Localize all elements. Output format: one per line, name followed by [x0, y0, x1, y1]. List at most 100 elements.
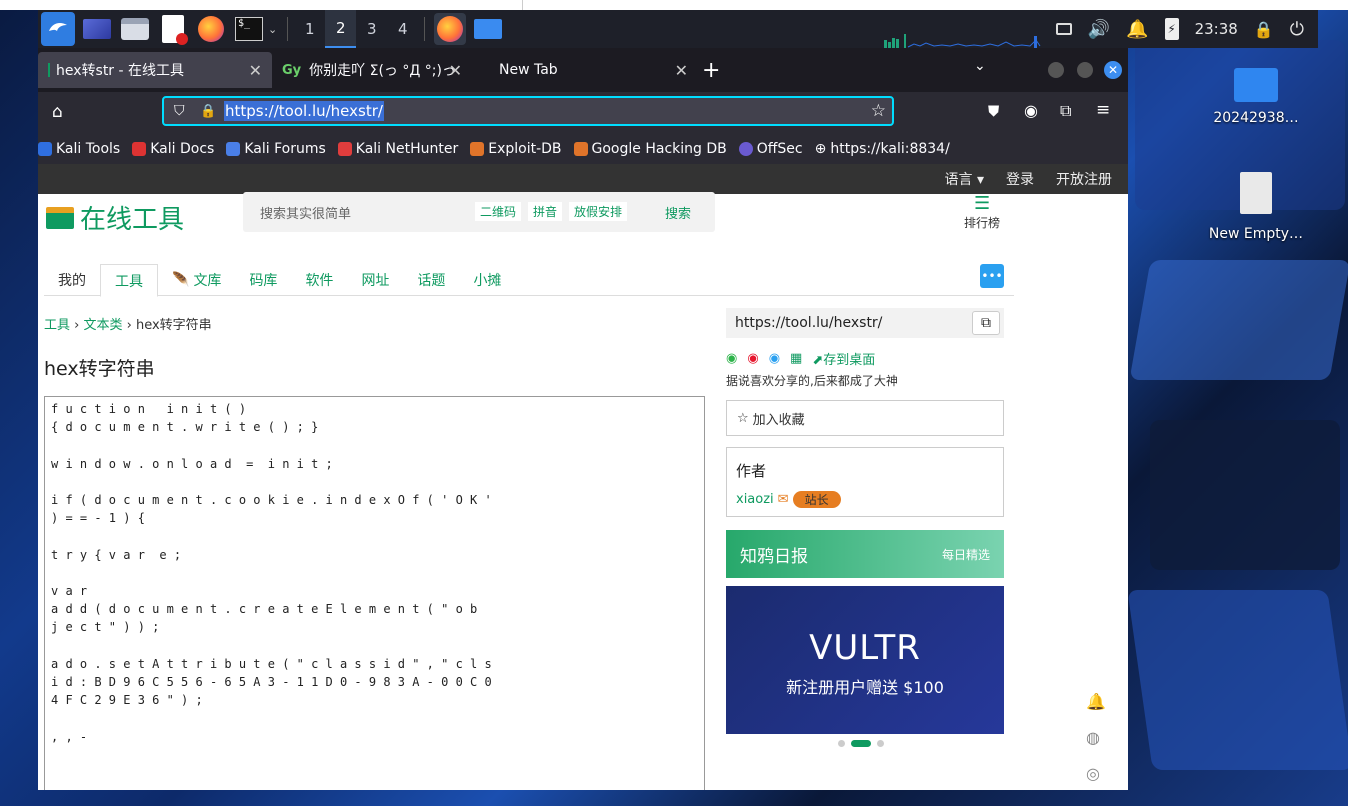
bookmark-exploit-db[interactable]: Exploit-DB: [470, 141, 562, 157]
menu-urls[interactable]: 网址: [347, 264, 403, 296]
menu-stall[interactable]: 小摊: [459, 264, 515, 296]
system-tray: 🔊 🔔 ⚡ 23:38 🔒 ⏻: [1055, 10, 1318, 48]
daily-banner[interactable]: 知鸦日报 每日精选: [726, 530, 1004, 578]
tab-list-chevron-icon[interactable]: ⌄: [974, 58, 986, 74]
mail-icon[interactable]: ✉: [778, 492, 789, 507]
bookmark-offsec[interactable]: OffSec: [738, 141, 803, 157]
minimize-button[interactable]: [1048, 62, 1064, 78]
folder-window-icon[interactable]: [472, 13, 504, 45]
home-icon[interactable]: ⌂: [52, 102, 63, 122]
close-tab-icon[interactable]: ✕: [449, 61, 462, 80]
notification-bell-icon[interactable]: 🔔: [1126, 19, 1148, 40]
firefox-icon[interactable]: [195, 13, 227, 45]
qq-float-icon[interactable]: 🔔: [1086, 692, 1106, 711]
file-icon: [1240, 172, 1272, 214]
carousel-dot[interactable]: [877, 740, 884, 747]
account-icon[interactable]: ◉: [1024, 101, 1038, 120]
workspace-4[interactable]: 4: [387, 10, 418, 48]
firefox-window-icon[interactable]: [434, 13, 467, 45]
url-bar[interactable]: ⛉ 🔒 https://tool.lu/hexstr/ ☆: [162, 96, 894, 126]
weibo-icon[interactable]: ◉: [747, 351, 758, 366]
menu-icon[interactable]: ≡: [1096, 100, 1110, 120]
lock-icon[interactable]: 🔒: [200, 104, 216, 119]
author-name[interactable]: xiaozi: [736, 492, 774, 507]
workspace-1[interactable]: 1: [294, 10, 325, 48]
qrcode-icon[interactable]: ▦: [790, 351, 802, 366]
save-desktop-link[interactable]: ⬈存到桌面: [812, 349, 875, 368]
copy-icon[interactable]: ⧉: [972, 311, 1000, 335]
language-menu[interactable]: 语言 ▾: [945, 169, 984, 189]
weibo-float-icon[interactable]: ◎: [1086, 764, 1100, 783]
desktop-file[interactable]: New Empty…: [1206, 172, 1306, 242]
text-editor-icon[interactable]: [157, 13, 189, 45]
desktop-icon[interactable]: [81, 13, 113, 45]
breadcrumb-text[interactable]: 文本类: [83, 318, 122, 333]
login-link[interactable]: 登录: [1006, 169, 1034, 189]
language-label: 语言: [944, 172, 973, 188]
site-logo[interactable]: 在线工具: [46, 199, 184, 236]
carousel-dot-active[interactable]: [851, 740, 871, 747]
new-tab-button[interactable]: +: [702, 58, 720, 83]
workspace-3[interactable]: 3: [356, 10, 387, 48]
menu-mine[interactable]: 我的: [44, 264, 100, 296]
display-icon[interactable]: [1055, 23, 1072, 35]
file-manager-icon[interactable]: [119, 13, 151, 45]
bookmark-kali-docs[interactable]: Kali Docs: [132, 141, 214, 157]
desktop-folder[interactable]: 20242938…: [1208, 68, 1304, 126]
favorite-button[interactable]: ☆ 加入收藏: [726, 400, 1004, 436]
workspace-2[interactable]: 2: [325, 10, 357, 48]
bookmark-kali-nethunter[interactable]: Kali NetHunter: [337, 141, 459, 157]
bookmark-google-hacking-db[interactable]: Google Hacking DB: [573, 141, 727, 157]
tab-second[interactable]: Gy 你别走吖 Σ(っ °Д °;)っ ✕: [272, 52, 472, 88]
output-textarea[interactable]: f u c t i o n i n i t ( ) { d o c u m e n…: [44, 396, 705, 790]
logout-icon[interactable]: ⏻: [1290, 19, 1304, 40]
extensions-icon[interactable]: ⧉: [1060, 101, 1071, 121]
menu-topics[interactable]: 话题: [403, 264, 459, 296]
bookmark-kali-forums[interactable]: Kali Forums: [226, 141, 326, 157]
menu-software[interactable]: 软件: [291, 264, 347, 296]
code-line: j e c t " ) ) ;: [51, 620, 160, 635]
favorite-label: 加入收藏: [752, 412, 805, 428]
chevron-down-icon[interactable]: ⌄: [268, 23, 277, 36]
menu-library[interactable]: 🪶 文库: [158, 264, 235, 296]
search-chip-pinyin[interactable]: 拼音: [528, 202, 563, 221]
search-button[interactable]: 搜索: [665, 203, 691, 222]
volume-icon[interactable]: 🔊: [1088, 19, 1110, 40]
maximize-button[interactable]: [1077, 62, 1093, 78]
bookmark-kali-8834[interactable]: ⊕ https://kali:8834/: [815, 141, 950, 157]
register-link[interactable]: 开放注册: [1056, 169, 1112, 189]
carousel-dot[interactable]: [838, 740, 845, 747]
close-tab-icon[interactable]: ✕: [675, 61, 688, 80]
tab-new[interactable]: New Tab ✕: [472, 52, 698, 88]
bookmark-star-icon[interactable]: ☆: [871, 101, 886, 121]
close-tab-icon[interactable]: ✕: [249, 61, 262, 80]
search-chip-qrcode[interactable]: 二维码: [475, 202, 522, 221]
menu-tools[interactable]: 工具: [100, 264, 158, 297]
vultr-ad[interactable]: VULTR 新注册用户赠送 $100: [726, 586, 1004, 734]
kali-menu-icon[interactable]: [41, 12, 75, 46]
search-chip-holiday[interactable]: 放假安排: [569, 202, 628, 221]
terminal-icon[interactable]: $_: [233, 13, 265, 45]
breadcrumb-tools[interactable]: 工具: [44, 318, 70, 333]
ranking-link[interactable]: ☰ 排行榜: [964, 194, 1000, 231]
qq-icon[interactable]: ◉: [769, 351, 780, 366]
menu-code[interactable]: 码库: [235, 264, 291, 296]
search-input[interactable]: 搜索其实很简单: [260, 203, 351, 222]
lock-icon[interactable]: 🔒: [1254, 20, 1274, 39]
desktop-folder-label: 20242938…: [1213, 110, 1299, 126]
tab-label: 你别走吖 Σ(っ °Д °;)っ: [309, 63, 456, 79]
share-url-box[interactable]: https://tool.lu/hexstr/ ⧉: [726, 308, 1004, 338]
shield-icon[interactable]: ⛉: [174, 103, 185, 119]
wechat-icon[interactable]: ◉: [726, 351, 737, 366]
close-window-button[interactable]: ✕: [1104, 61, 1122, 79]
wechat-float-icon[interactable]: ◍: [1086, 728, 1100, 747]
pocket-icon[interactable]: ⛊: [988, 102, 999, 120]
bookmark-kali-tools[interactable]: Kali Tools: [38, 141, 120, 157]
url-text[interactable]: https://tool.lu/hexstr/: [224, 101, 384, 121]
search-box[interactable]: 搜索其实很简单 二维码 拼音 放假安排 搜索: [243, 192, 715, 232]
tab-hexstr[interactable]: hex转str - 在线工具 ✕: [38, 52, 272, 88]
bookmark-label: Kali NetHunter: [355, 141, 459, 157]
battery-icon[interactable]: ⚡: [1164, 18, 1179, 40]
chat-icon[interactable]: •••: [980, 264, 1004, 288]
